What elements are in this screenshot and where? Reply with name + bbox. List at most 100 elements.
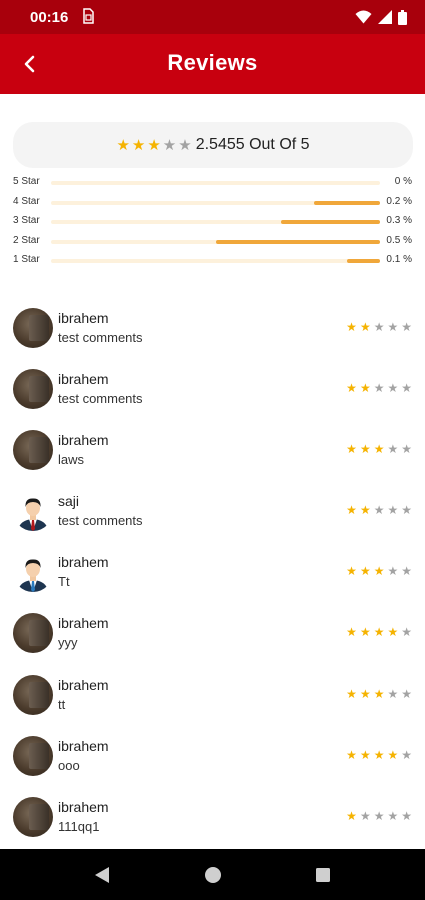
review-comment: 111qq1 <box>58 818 100 834</box>
breakdown-row: 2 Star 0.5 % <box>13 234 413 254</box>
star-icon: ★ <box>346 320 357 334</box>
nav-home-button[interactable] <box>203 865 223 885</box>
breakdown-track <box>51 181 380 185</box>
star-icon: ★ <box>373 625 385 640</box>
breakdown-label: 5 Star <box>13 176 40 187</box>
review-comment: Tt <box>58 574 70 590</box>
review-item[interactable]: ibrahem Tt ★ ★ ★ ★ ★ <box>0 544 425 605</box>
sim-card-icon <box>83 8 94 24</box>
breakdown-label: 3 Star <box>13 215 40 226</box>
star-icon: ★ <box>346 442 357 457</box>
breakdown-percent: 0.3 % <box>386 215 412 226</box>
summary-stars: ★ ★ ★ ★ ★ <box>116 138 191 153</box>
nav-back-button[interactable] <box>92 865 112 885</box>
breakdown-track <box>51 239 380 244</box>
star-icon: ★ <box>346 381 357 396</box>
breakdown-fill <box>215 239 380 244</box>
review-stars: ★ ★ ★ ★ ★ <box>346 443 412 455</box>
review-stars: ★ ★ ★ ★ ★ <box>346 749 412 761</box>
star-icon: ★ <box>359 808 371 823</box>
review-stars: ★ ★ ★ ★ ★ <box>346 321 412 333</box>
review-comment: ooo <box>58 757 80 773</box>
star-icon: ★ <box>359 625 371 640</box>
star-icon: ★ <box>346 503 357 518</box>
avatar <box>13 430 53 471</box>
reviewer-name: ibrahem <box>58 371 109 388</box>
star-icon: ★ <box>373 442 385 457</box>
review-stars: ★ ★ ★ ★ ★ <box>346 810 412 822</box>
breakdown-track <box>51 220 380 224</box>
star-icon: ★ <box>387 320 399 334</box>
reviewer-name: saji <box>58 493 80 510</box>
review-item[interactable]: ibrahem laws ★ ★ ★ ★ ★ <box>0 422 425 483</box>
review-item[interactable]: saji test comments ★ ★ ★ ★ ★ <box>0 483 425 544</box>
star-icon: ★ <box>401 503 412 518</box>
star-icon: ★ <box>373 747 385 762</box>
star-icon: ★ <box>373 381 385 396</box>
breakdown-label: 4 Star <box>13 195 40 207</box>
star-icon: ★ <box>401 381 412 396</box>
avatar <box>13 552 53 593</box>
review-item[interactable]: ibrahem yyy ★ ★ ★ ★ ★ <box>0 605 425 666</box>
breakdown-track <box>51 259 380 263</box>
nav-back-icon <box>95 867 109 883</box>
star-icon: ★ <box>387 381 399 396</box>
star-icon: ★ <box>387 686 399 701</box>
review-item[interactable]: ibrahem test comments ★ ★ ★ ★ ★ <box>0 300 425 361</box>
review-item[interactable]: ibrahem 111qq1 ★ ★ ★ ★ ★ <box>0 789 425 850</box>
breakdown-percent: 0.1 % <box>386 254 412 265</box>
review-stars: ★ ★ ★ ★ ★ <box>346 688 412 700</box>
review-item[interactable]: ibrahem tt ★ ★ ★ ★ ★ <box>0 667 425 728</box>
star-icon: ★ <box>116 136 130 154</box>
reviewer-name: ibrahem <box>58 432 109 449</box>
breakdown-label: 2 Star <box>13 234 40 246</box>
reviewer-name: ibrahem <box>58 554 109 571</box>
rating-breakdown: 5 Star 0 % 4 Star 0.2 % 3 Star 0.3 % 2 Star 0.5… <box>13 175 413 273</box>
breakdown-label: 1 Star <box>13 254 40 265</box>
breakdown-fill <box>347 259 380 263</box>
breakdown-fill <box>281 220 380 224</box>
star-icon: ★ <box>387 503 399 518</box>
star-icon: ★ <box>131 136 146 154</box>
signal-icon <box>378 10 392 24</box>
avatar <box>13 796 53 837</box>
breakdown-row: 4 Star 0.2 % <box>13 195 413 215</box>
rating-summary: ★ ★ ★ ★ ★ 2.5455 Out Of 5 <box>13 122 413 168</box>
review-item[interactable]: ibrahem test comments ★ ★ ★ ★ ★ <box>0 361 425 422</box>
reviewer-name: ibrahem <box>58 798 109 815</box>
reviews-list: ibrahem test comments ★ ★ ★ ★ ★ ibrahem test com… <box>0 300 425 850</box>
star-icon: ★ <box>401 625 412 640</box>
reviewer-name: ibrahem <box>58 310 109 326</box>
star-icon: ★ <box>387 747 399 762</box>
star-icon: ★ <box>373 808 385 823</box>
star-icon: ★ <box>373 564 385 579</box>
star-icon: ★ <box>373 320 385 334</box>
star-icon: ★ <box>387 442 399 457</box>
breakdown-track <box>51 200 380 205</box>
star-icon: ★ <box>401 747 412 762</box>
wifi-icon <box>355 10 372 24</box>
star-icon: ★ <box>401 442 412 457</box>
breakdown-row: 5 Star 0 % <box>13 175 413 195</box>
nav-recents-button[interactable] <box>313 865 333 885</box>
nav-home-icon <box>205 867 221 883</box>
star-icon: ★ <box>401 564 412 579</box>
rating-text: 2.5455 Out Of 5 <box>195 136 310 153</box>
status-time: 00:16 <box>30 9 69 26</box>
star-icon: ★ <box>359 747 371 762</box>
star-icon: ★ <box>162 136 177 154</box>
app-bar: Reviews <box>0 34 425 94</box>
star-icon: ★ <box>373 686 385 701</box>
star-icon: ★ <box>346 808 357 823</box>
star-icon: ★ <box>359 381 371 396</box>
review-item[interactable]: ibrahem ooo ★ ★ ★ ★ ★ <box>0 728 425 789</box>
reviewer-name: ibrahem <box>58 615 109 632</box>
review-comment: laws <box>58 452 85 468</box>
avatar <box>13 491 53 532</box>
star-icon: ★ <box>359 442 371 457</box>
breakdown-percent: 0.5 % <box>386 234 412 246</box>
battery-icon <box>398 9 407 25</box>
review-stars: ★ ★ ★ ★ ★ <box>346 382 412 394</box>
review-stars: ★ ★ ★ ★ ★ <box>346 565 412 577</box>
star-icon: ★ <box>147 136 161 154</box>
